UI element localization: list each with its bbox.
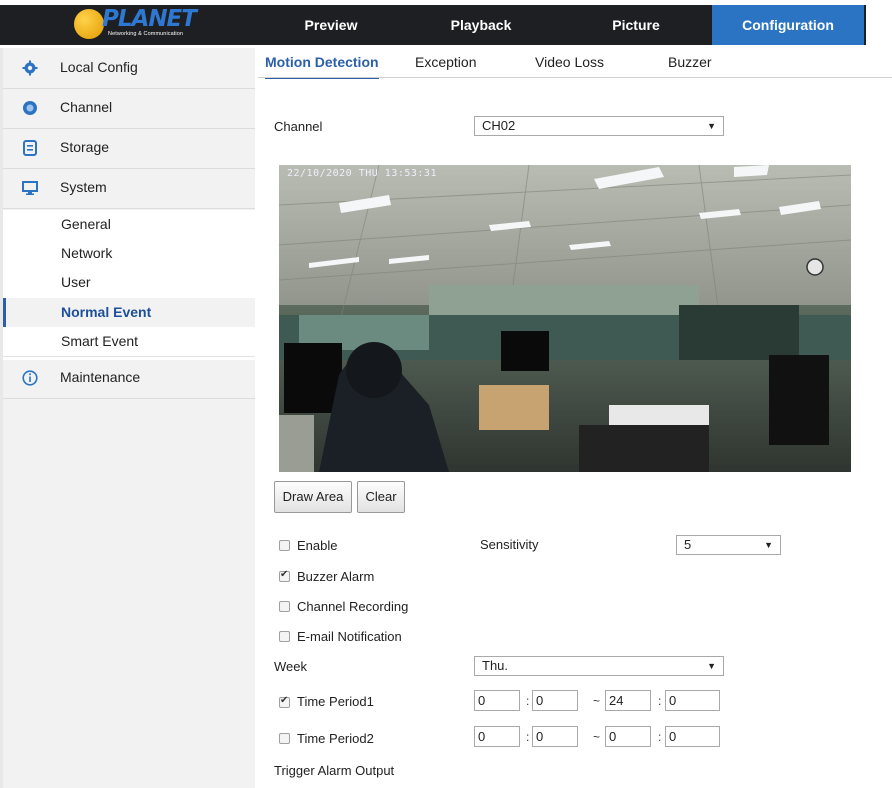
channel-select-value: CH02	[482, 118, 516, 133]
week-select-value: Thu.	[482, 658, 509, 673]
sidebar: Local Config Channel Storage System Gene…	[0, 48, 255, 788]
time-period2-checkbox[interactable]	[279, 733, 290, 744]
sidebar-subitem-general[interactable]: General	[3, 210, 255, 239]
gear-icon	[22, 60, 38, 76]
channel-recording-checkbox[interactable]	[279, 601, 290, 612]
email-notification-label: E-mail Notification	[297, 629, 402, 644]
colon-separator: :	[526, 730, 530, 744]
camera-preview[interactable]: 22/10/2020 THU 13:53:31	[279, 165, 851, 472]
time-period2-end-minute[interactable]: 0	[665, 726, 720, 747]
trigger-alarm-output-label: Trigger Alarm Output	[274, 763, 395, 778]
subitem-label: Network	[61, 245, 113, 261]
time-period1-label: Time Period1	[297, 694, 374, 709]
info-icon	[22, 370, 38, 386]
tab-motion-detection[interactable]: Motion Detection	[265, 50, 379, 79]
tab-buzzer[interactable]: Buzzer	[668, 50, 712, 77]
nav-tab-configuration[interactable]: Configuration	[712, 5, 864, 45]
tilde-separator: ~	[593, 730, 601, 744]
camera-icon	[23, 101, 37, 115]
nav-tab-playback[interactable]: Playback	[425, 5, 537, 45]
sidebar-item-label: Maintenance	[60, 369, 141, 385]
time-period2-start-hour[interactable]: 0	[474, 726, 520, 747]
top-nav: PLANET Networking & Communication Previe…	[0, 0, 892, 48]
storage-icon	[23, 140, 37, 156]
sidebar-item-label: System	[60, 179, 107, 195]
subitem-label: General	[61, 216, 111, 232]
subitem-label: User	[61, 274, 91, 290]
sidebar-subitem-network[interactable]: Network	[3, 239, 255, 268]
subitem-label: Smart Event	[61, 333, 139, 349]
channel-recording-label: Channel Recording	[297, 599, 409, 614]
sidebar-item-label: Storage	[60, 139, 110, 155]
time-period1-start-hour[interactable]: 0	[474, 690, 520, 711]
week-select[interactable]: Thu. ▼	[474, 656, 724, 676]
sidebar-item-storage[interactable]: Storage	[3, 128, 255, 169]
colon-separator: :	[658, 694, 662, 708]
tilde-separator: ~	[593, 694, 601, 708]
time-period1-end-hour[interactable]: 24	[605, 690, 651, 711]
sidebar-item-local-config[interactable]: Local Config	[3, 48, 255, 89]
sensitivity-label: Sensitivity	[480, 537, 539, 552]
dropdown-arrow-icon: ▼	[764, 540, 773, 550]
channel-select[interactable]: CH02 ▼	[474, 116, 724, 136]
planet-logo: PLANET Networking & Communication	[74, 6, 197, 42]
buzzer-alarm-label: Buzzer Alarm	[297, 569, 375, 584]
time-period1-end-minute[interactable]: 0	[665, 690, 720, 711]
sidebar-item-system[interactable]: System	[3, 168, 255, 209]
sidebar-item-label: Channel	[60, 99, 113, 115]
time-period2-end-hour[interactable]: 0	[605, 726, 651, 747]
buzzer-alarm-checkbox[interactable]	[279, 569, 290, 582]
channel-label: Channel	[274, 119, 323, 134]
sidebar-subitem-smart-event[interactable]: Smart Event	[3, 327, 255, 357]
nav-tab-preview[interactable]: Preview	[275, 5, 387, 45]
globe-icon	[74, 9, 104, 39]
sidebar-subitem-user[interactable]: User	[3, 268, 255, 297]
sidebar-item-channel[interactable]: Channel	[3, 88, 255, 129]
logo-wordmark: PLANET	[102, 6, 197, 32]
sidebar-item-label: Local Config	[60, 59, 138, 75]
sidebar-item-maintenance[interactable]: Maintenance	[3, 358, 255, 399]
sensitivity-select-value: 5	[684, 537, 692, 552]
week-label: Week	[274, 659, 307, 674]
logo-tagline: Networking & Communication	[108, 31, 184, 37]
nav-tab-picture[interactable]: Picture	[580, 5, 692, 45]
colon-separator: :	[658, 730, 662, 744]
camera-feed-image	[279, 165, 851, 472]
monitor-icon	[22, 181, 38, 195]
tab-exception[interactable]: Exception	[415, 50, 476, 77]
system-submenu: General Network User Normal Event Smart …	[3, 210, 255, 360]
tab-divider	[258, 77, 892, 78]
time-period2-label: Time Period2	[297, 731, 374, 746]
enable-label: Enable	[297, 538, 338, 553]
dropdown-arrow-icon: ▼	[707, 661, 716, 671]
email-notification-checkbox[interactable]	[279, 631, 290, 642]
dropdown-arrow-icon: ▼	[707, 121, 716, 131]
subitem-label: Normal Event	[61, 304, 152, 320]
sidebar-subitem-normal-event[interactable]: Normal Event	[3, 298, 255, 327]
draw-area-button[interactable]: Draw Area	[274, 481, 352, 513]
video-timestamp: 22/10/2020 THU 13:53:31	[287, 168, 437, 179]
clear-button[interactable]: Clear	[357, 481, 405, 513]
time-period1-checkbox[interactable]	[279, 695, 290, 708]
time-period2-start-minute[interactable]: 0	[532, 726, 578, 747]
enable-checkbox[interactable]	[279, 540, 290, 551]
time-period1-start-minute[interactable]: 0	[532, 690, 578, 711]
tab-video-loss[interactable]: Video Loss	[535, 50, 604, 77]
colon-separator: :	[526, 694, 530, 708]
sensitivity-select[interactable]: 5 ▼	[676, 535, 781, 555]
